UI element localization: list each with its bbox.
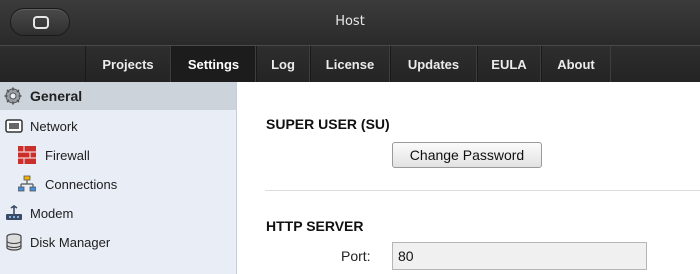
tab-projects[interactable]: Projects <box>85 46 171 83</box>
disk-icon <box>6 233 22 251</box>
sidebar-item-connections[interactable]: Connections <box>0 170 236 198</box>
sidebar-item-label: Disk Manager <box>30 234 111 250</box>
modem-icon <box>6 205 22 220</box>
port-label: Port: <box>341 248 371 264</box>
http-server-section-title: HTTP SERVER <box>266 218 364 234</box>
tab-settings[interactable]: Settings <box>171 46 256 83</box>
tab-about[interactable]: About <box>541 46 611 83</box>
tab-license[interactable]: License <box>310 46 390 83</box>
settings-panel: SUPER USER (SU) Change Password HTTP SER… <box>237 82 700 274</box>
sidebar-item-general[interactable]: General <box>0 82 236 110</box>
port-field[interactable]: 80 <box>392 242 647 270</box>
title-bar: Host <box>0 0 700 45</box>
firewall-icon <box>18 146 36 164</box>
connections-icon <box>18 175 36 192</box>
sidebar-item-label: General <box>30 88 83 104</box>
section-divider <box>265 190 700 191</box>
sidebar-item-label: Modem <box>30 205 74 221</box>
gear-icon <box>4 87 22 105</box>
tab-bar: Projects Settings Log License Updates EU… <box>0 45 700 83</box>
sidebar-item-label: Firewall <box>45 147 90 163</box>
settings-sidebar: General Network Firewall Connections Mod… <box>0 82 237 274</box>
network-icon <box>5 119 23 133</box>
sidebar-item-network[interactable]: Network <box>0 112 236 140</box>
sidebar-item-label: Network <box>30 118 78 134</box>
super-user-section-title: SUPER USER (SU) <box>266 116 390 132</box>
sidebar-item-label: Connections <box>45 176 118 192</box>
change-password-button[interactable]: Change Password <box>392 142 542 168</box>
tab-eula[interactable]: EULA <box>477 46 541 83</box>
sidebar-item-modem[interactable]: Modem <box>0 199 236 227</box>
tab-updates[interactable]: Updates <box>390 46 477 83</box>
sidebar-item-disk-manager[interactable]: Disk Manager <box>0 228 236 256</box>
tab-log[interactable]: Log <box>256 46 310 83</box>
sidebar-item-firewall[interactable]: Firewall <box>0 141 236 169</box>
window-title: Host <box>335 14 365 29</box>
